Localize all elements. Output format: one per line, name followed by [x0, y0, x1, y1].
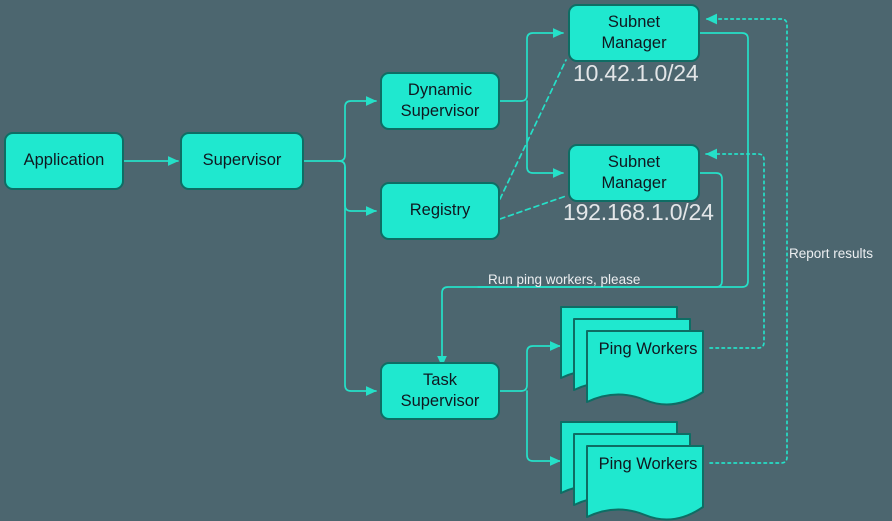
node-registry[interactable]: Registry	[380, 182, 500, 240]
node-dynamic-supervisor-label-line1: Dynamic	[407, 80, 473, 99]
node-supervisor[interactable]: Supervisor	[180, 132, 304, 190]
node-subnet-manager-1[interactable]: Subnet Manager	[568, 4, 700, 62]
node-subnet-manager-1-label-line1: Subnet	[607, 12, 661, 31]
ping-workers-doc-front	[586, 445, 704, 521]
node-subnet-manager-2-label-line1: Subnet	[607, 152, 661, 171]
node-application[interactable]: Application	[4, 132, 124, 190]
node-task-supervisor-label-line2: Supervisor	[400, 392, 480, 410]
node-application-label: Application	[23, 151, 105, 170]
node-registry-label: Registry	[409, 201, 471, 220]
node-subnet-manager-2-label-line2: Manager	[601, 174, 667, 192]
edge-dynamic-subnet2	[526, 100, 564, 178]
edge-dynamic-subnet1	[520, 28, 564, 102]
report-results-edge-label: Report results	[789, 246, 874, 261]
node-subnet-manager-1-label-line2: Manager	[601, 34, 667, 52]
edge-report-results-2	[705, 13, 788, 464]
node-task-supervisor-label-line1: Task	[423, 370, 457, 389]
architecture-diagram: Application Supervisor Dynamic Superviso…	[0, 0, 892, 521]
node-subnet-manager-2[interactable]: Subnet Manager	[568, 144, 700, 202]
edge-registry-subnet2	[499, 195, 567, 220]
run-ping-workers-edge-label: Run ping workers, please	[488, 272, 641, 287]
node-dynamic-supervisor[interactable]: Dynamic Supervisor	[380, 72, 500, 130]
edge-registry-subnet1	[499, 59, 567, 200]
node-dynamic-supervisor-label-line2: Supervisor	[400, 102, 480, 120]
node-task-supervisor[interactable]: Task Supervisor	[380, 362, 500, 420]
edge-supervisor-dynamic	[338, 96, 377, 162]
subnet-manager-2-cidr-label: 192.168.1.0/24	[563, 199, 714, 225]
node-ping-workers-2[interactable]: Ping Workers	[560, 421, 715, 521]
node-ping-workers-1[interactable]: Ping Workers	[560, 306, 715, 406]
edge-task-pingworkers2	[526, 390, 561, 466]
subnet-manager-1-cidr-label: 10.42.1.0/24	[573, 60, 699, 86]
edge-supervisor-task	[344, 166, 377, 396]
node-supervisor-label: Supervisor	[202, 151, 282, 170]
edge-task-pingworkers1	[520, 341, 561, 392]
ping-workers-doc-front	[586, 330, 704, 406]
